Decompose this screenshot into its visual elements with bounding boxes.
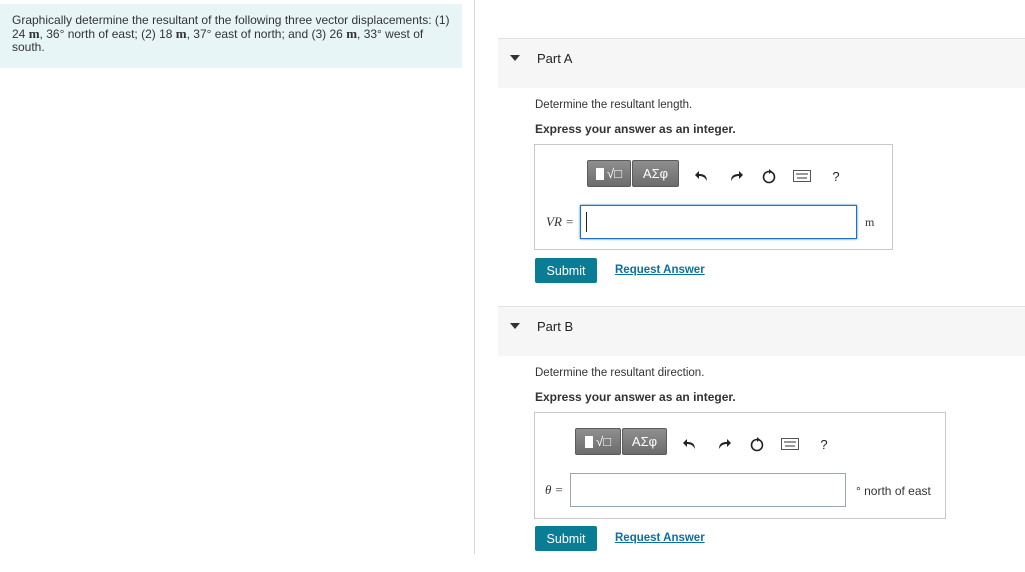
part-a-request-answer-link[interactable]: Request Answer [615, 264, 705, 276]
redo-icon[interactable] [714, 434, 734, 454]
help-icon[interactable]: ? [814, 434, 834, 454]
part-a-header[interactable] [498, 38, 1025, 88]
page: Graphically determine the resultant of t… [0, 0, 1025, 572]
part-b-prompt: Determine the resultant direction. [535, 367, 705, 379]
part-a-instruction: Express your answer as an integer. [535, 122, 736, 136]
part-a-variable-label: VR = [546, 214, 574, 229]
part-a-prompt: Determine the resultant length. [535, 99, 693, 111]
problem-line-2: 24 m, 36° north of east; (2) 18 m, 37° e… [12, 26, 424, 41]
problem-line-1: Graphically determine the resultant of t… [12, 13, 450, 27]
part-b-variable-label: θ = [545, 482, 564, 497]
part-b-instruction: Express your answer as an integer. [535, 390, 736, 404]
part-b-header[interactable] [498, 306, 1025, 356]
part-a-submit-button[interactable]: Submit [535, 258, 597, 283]
help-icon[interactable]: ? [826, 166, 846, 186]
part-b-submit-button[interactable]: Submit [535, 526, 597, 551]
undo-icon[interactable] [680, 434, 700, 454]
part-b-title: Part B [537, 319, 574, 334]
greek-icon[interactable]: ΑΣφ [632, 160, 679, 187]
collapse-caret-icon[interactable] [510, 55, 520, 61]
redo-icon[interactable] [726, 166, 746, 186]
reset-icon[interactable] [759, 166, 779, 186]
templates-icon[interactable]: √□ [575, 428, 621, 455]
problem-statement: Graphically determine the resultant of t… [0, 4, 462, 68]
reset-icon[interactable] [747, 434, 767, 454]
greek-icon[interactable]: ΑΣφ [622, 428, 667, 455]
part-a-answer-input[interactable] [580, 205, 857, 239]
collapse-caret-icon[interactable] [510, 323, 520, 329]
part-b-answer-input[interactable] [570, 473, 846, 507]
problem-line-3: south. [12, 40, 45, 54]
undo-icon[interactable] [692, 166, 712, 186]
keyboard-icon[interactable] [792, 166, 812, 186]
part-a-title: Part A [537, 51, 573, 66]
part-b-request-answer-link[interactable]: Request Answer [615, 532, 705, 544]
part-a-unit: m [865, 215, 875, 229]
text-cursor [586, 212, 587, 232]
part-b-unit: ° north of east [856, 484, 931, 498]
templates-icon[interactable]: √□ [587, 160, 631, 187]
column-divider [474, 0, 475, 554]
keyboard-icon[interactable] [780, 434, 800, 454]
